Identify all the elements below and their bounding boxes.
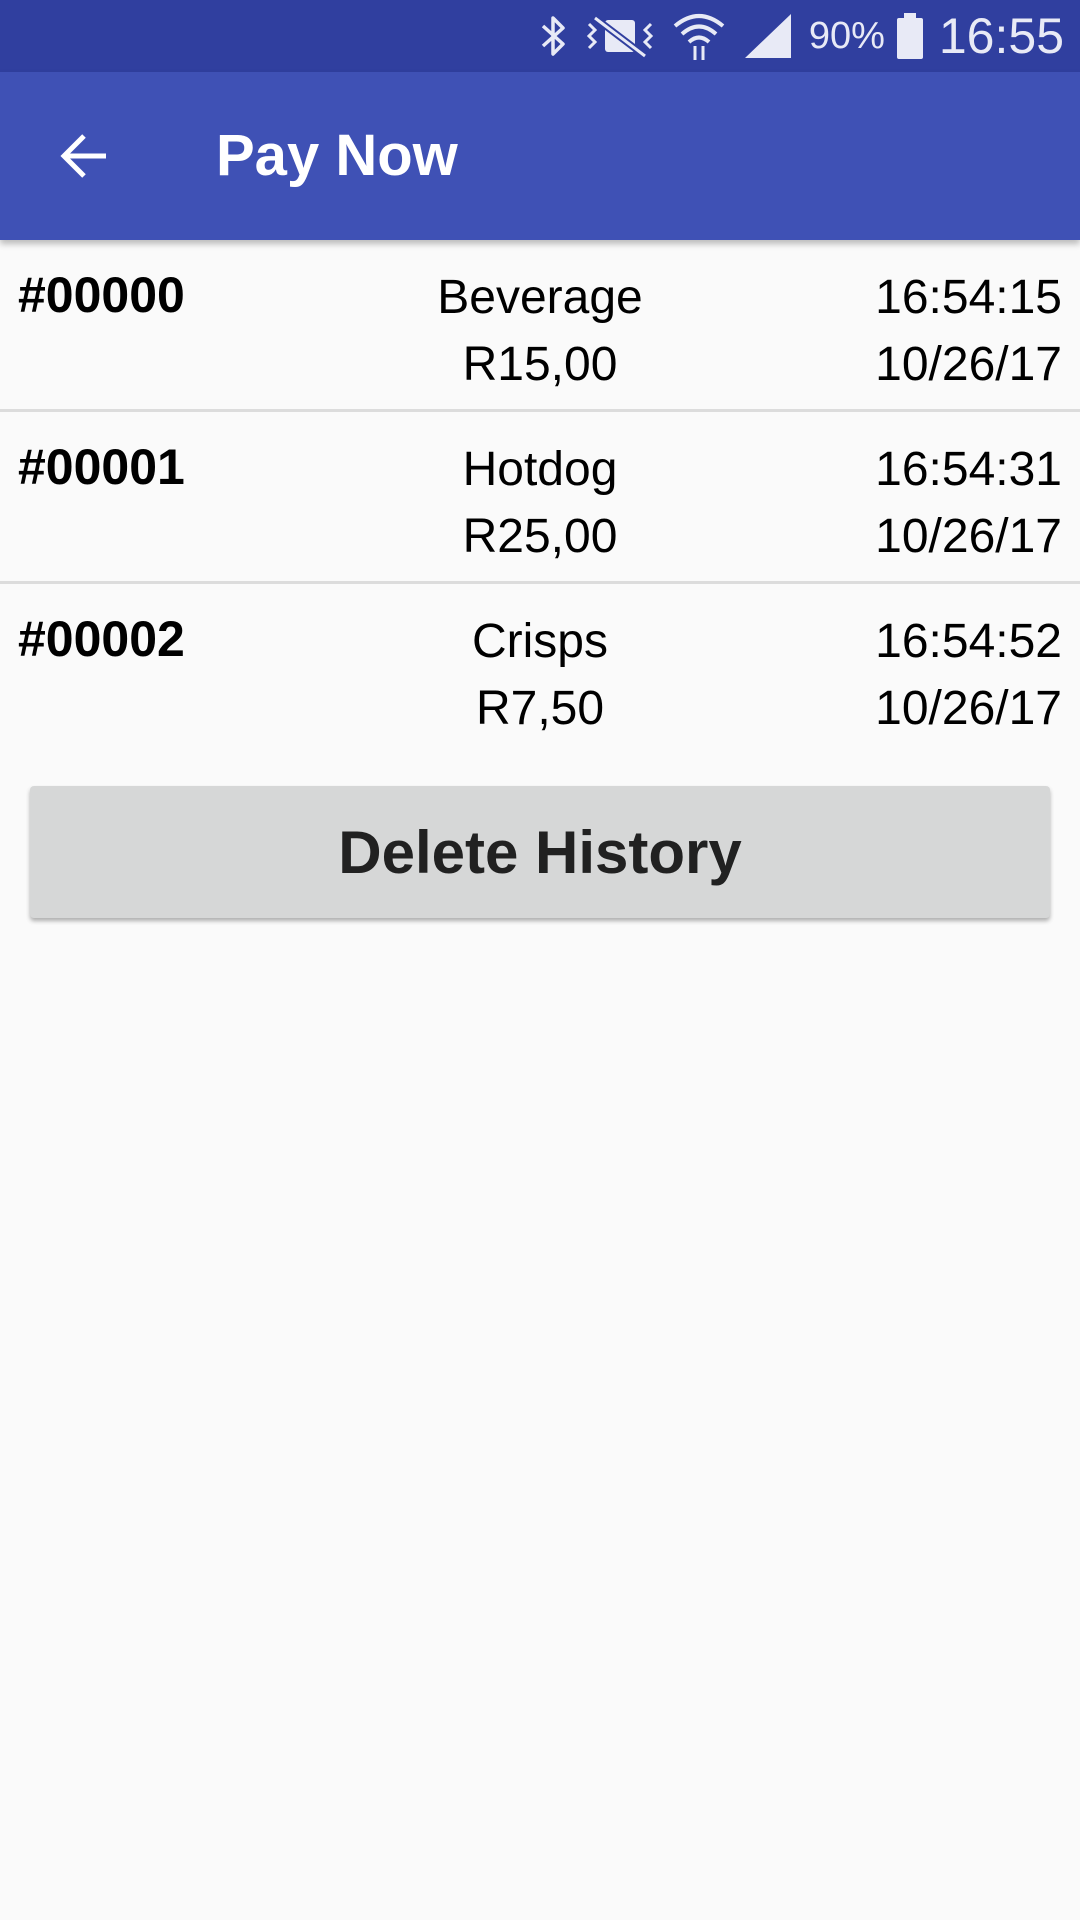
order-id: #00000: [18, 267, 185, 323]
timestamp: 16:54:31 10/26/17: [875, 436, 1062, 570]
item-name: Hotdog: [462, 443, 618, 496]
timestamp: 16:54:15 10/26/17: [875, 264, 1062, 398]
order-id: #00002: [18, 611, 185, 667]
item-name: Crisps: [471, 615, 608, 668]
page-title: Pay Now: [216, 123, 458, 188]
order-history-list: #00000 Beverage R15,00 16:54:15 10/26/17…: [0, 240, 1080, 756]
status-icons: 90% 16:55: [539, 0, 1064, 72]
list-item[interactable]: #00001 Hotdog R25,00 16:54:31 10/26/17: [0, 412, 1080, 584]
order-date: 10/26/17: [875, 682, 1062, 735]
signal-icon: [743, 12, 793, 60]
order-id: #00001: [18, 439, 185, 495]
wifi-icon: [671, 10, 727, 62]
delete-history-button[interactable]: Delete History: [30, 786, 1050, 918]
item-info: Hotdog R25,00: [340, 436, 740, 570]
back-button[interactable]: [52, 124, 116, 188]
order-time: 16:54:31: [875, 443, 1062, 496]
item-price: R25,00: [462, 510, 618, 563]
order-time: 16:54:52: [875, 615, 1062, 668]
order-date: 10/26/17: [875, 338, 1062, 391]
list-item[interactable]: #00000 Beverage R15,00 16:54:15 10/26/17: [0, 240, 1080, 412]
item-price: R7,50: [475, 682, 605, 735]
order-date: 10/26/17: [875, 510, 1062, 563]
arrow-back-icon: [60, 134, 106, 178]
list-item[interactable]: #00002 Crisps R7,50 16:54:52 10/26/17: [0, 584, 1080, 756]
status-bar: 90% 16:55: [0, 0, 1080, 72]
item-name: Beverage: [437, 271, 643, 324]
battery-percent: 90%: [808, 14, 885, 57]
battery-icon: [895, 11, 925, 61]
item-price: R15,00: [462, 338, 618, 391]
item-info: Crisps R7,50: [340, 608, 740, 742]
bluetooth-icon: [539, 14, 569, 58]
status-clock: 16:55: [938, 8, 1064, 64]
timestamp: 16:54:52 10/26/17: [875, 608, 1062, 742]
item-info: Beverage R15,00: [340, 264, 740, 398]
app-bar: Pay Now: [0, 72, 1080, 240]
vibrate-icon: [585, 14, 655, 58]
order-time: 16:54:15: [875, 271, 1062, 324]
